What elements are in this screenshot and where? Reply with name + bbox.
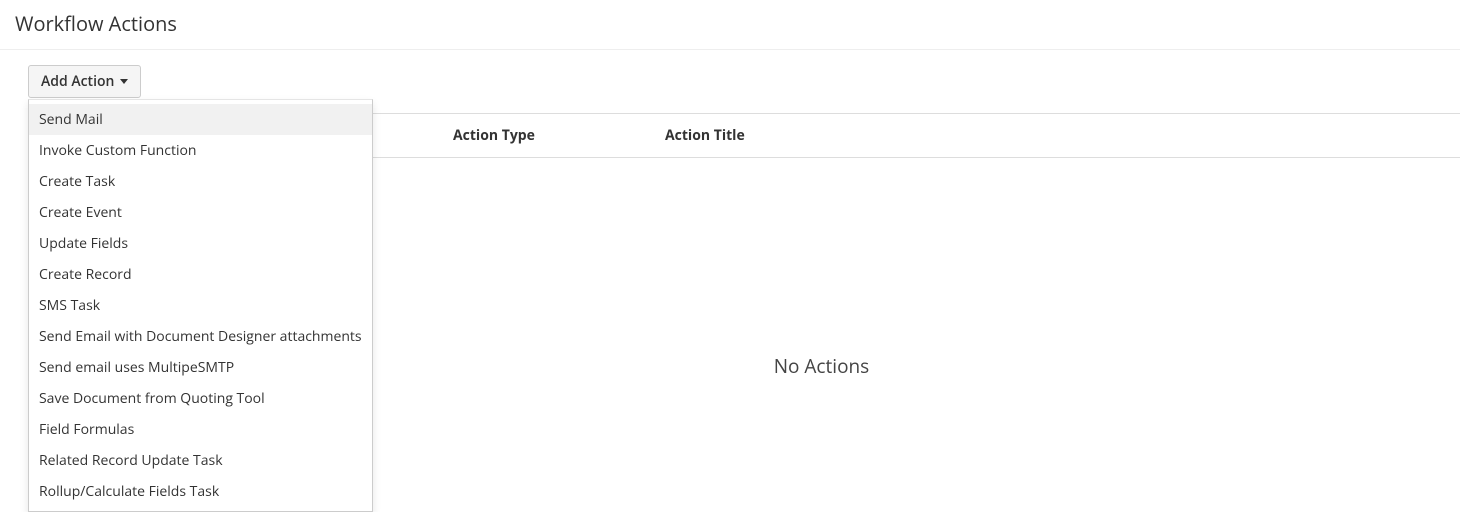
dropdown-item-field-formulas[interactable]: Field Formulas (29, 414, 372, 445)
dropdown-item-create-task[interactable]: Create Task (29, 166, 372, 197)
dropdown-item-related-record-update[interactable]: Related Record Update Task (29, 445, 372, 476)
dropdown-item-create-record[interactable]: Create Record (29, 259, 372, 290)
dropdown-item-send-email-doc-designer[interactable]: Send Email with Document Designer attach… (29, 321, 372, 352)
dropdown-item-send-mail[interactable]: Send Mail (29, 104, 372, 135)
column-action-title: Action Title (653, 114, 1460, 157)
table-header: Action Type Action Title (183, 113, 1460, 158)
dropdown-item-save-document-quoting[interactable]: Save Document from Quoting Tool (29, 383, 372, 414)
empty-state-message: No Actions (183, 158, 1460, 379)
add-action-label: Add Action (41, 72, 114, 91)
page-title: Workflow Actions (0, 0, 1460, 50)
dropdown-item-rollup-calculate[interactable]: Rollup/Calculate Fields Task (29, 476, 372, 507)
dropdown-item-invoke-custom-function[interactable]: Invoke Custom Function (29, 135, 372, 166)
dropdown-item-update-fields[interactable]: Update Fields (29, 228, 372, 259)
add-action-button[interactable]: Add Action (28, 65, 141, 98)
dropdown-item-send-email-multiple-smtp[interactable]: Send email uses MultipeSMTP (29, 352, 372, 383)
caret-down-icon (120, 79, 128, 84)
dropdown-item-sms-task[interactable]: SMS Task (29, 290, 372, 321)
toolbar: Add Action Send Mail Invoke Custom Funct… (0, 50, 1460, 113)
add-action-dropdown: Send Mail Invoke Custom Function Create … (28, 99, 373, 512)
dropdown-item-create-event[interactable]: Create Event (29, 197, 372, 228)
